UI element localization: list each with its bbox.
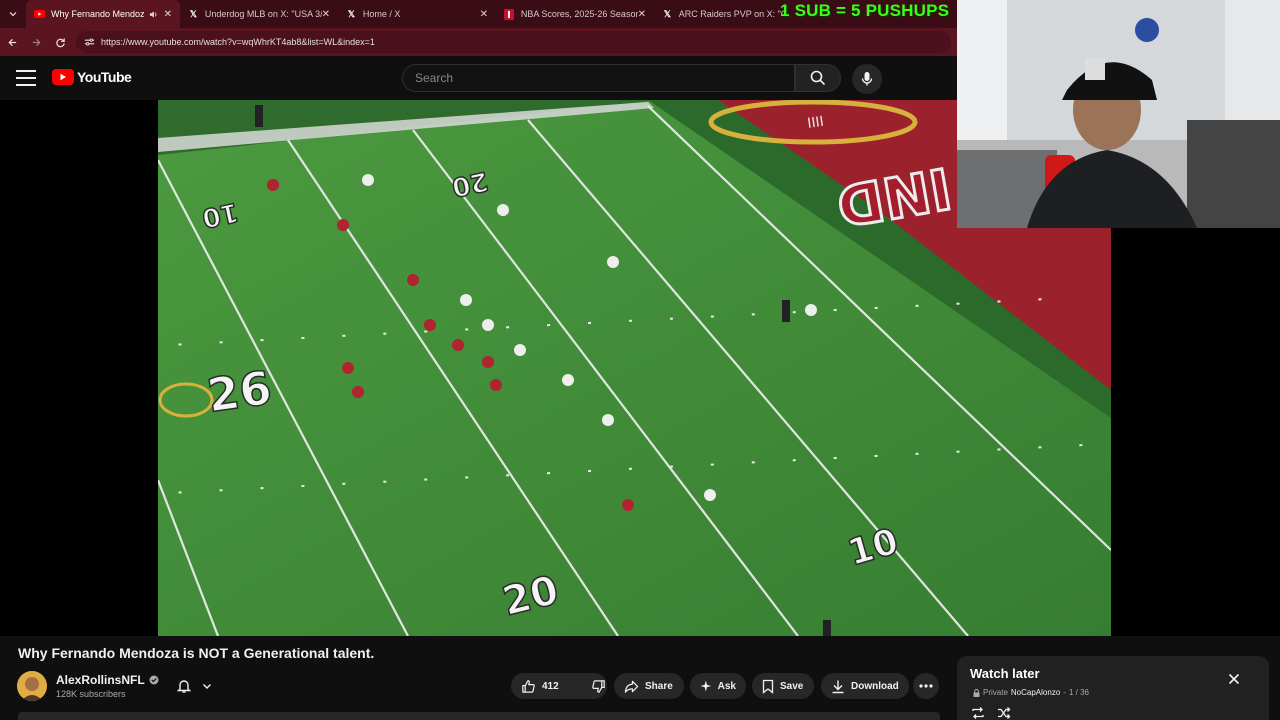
video-title: Why Fernando Mendoza is NOT a Generation… — [18, 645, 375, 661]
share-label: Share — [645, 680, 673, 692]
browser-tab-arc-raiders[interactable]: 𝕏 ARC Raiders PVP on X: "Cinc — [654, 0, 794, 28]
youtube-icon — [34, 9, 45, 20]
tab-search-button[interactable] — [0, 0, 26, 28]
arrow-left-icon — [7, 38, 16, 46]
tab-title: ARC Raiders PVP on X: "Cinc — [678, 9, 786, 19]
share-icon — [624, 680, 639, 693]
close-icon — [1228, 673, 1240, 685]
bookmark-icon — [762, 679, 774, 694]
player-letterbox-left — [0, 100, 158, 636]
loop-icon[interactable] — [971, 706, 985, 720]
separator: - — [1063, 688, 1066, 697]
bell-icon — [176, 680, 191, 693]
search-input[interactable] — [415, 71, 794, 85]
field-number: 26 — [204, 360, 275, 422]
tab-title: Why Fernando Mendoza is — [51, 9, 145, 19]
download-label: Download — [851, 680, 899, 692]
more-actions-button[interactable] — [913, 673, 939, 699]
screen: Why Fernando Mendoza is ✕ 𝕏 Underdog MLB… — [0, 0, 1280, 720]
tab-title: NBA Scores, 2025-26 Season - — [520, 9, 638, 19]
channel-name-row[interactable]: AlexRollinsNFL — [56, 673, 159, 687]
search-icon — [810, 70, 826, 86]
nba-icon — [504, 8, 515, 20]
back-button[interactable] — [0, 28, 24, 56]
description-box-edge[interactable] — [18, 712, 940, 720]
speaker-icon[interactable] — [149, 10, 158, 19]
microphone-icon — [861, 72, 873, 86]
arrow-right-icon — [32, 38, 41, 46]
x-logo-icon: 𝕏 — [663, 8, 671, 19]
search-button[interactable] — [795, 64, 841, 92]
save-button[interactable]: Save — [752, 673, 814, 699]
url-field[interactable]: https://www.youtube.com/watch?v=wqWhrKT4… — [76, 31, 951, 53]
like-count: 412 — [542, 680, 559, 692]
channel-avatar[interactable] — [17, 671, 47, 701]
sparkle-icon — [700, 680, 712, 692]
search-box[interactable] — [402, 64, 795, 92]
thumbs-up-icon — [522, 679, 535, 693]
ask-button[interactable]: Ask — [690, 673, 746, 699]
stream-overlay-text: 1 SUB = 5 PUSHUPS — [780, 1, 950, 20]
ask-label: Ask — [717, 680, 736, 692]
playlist-controls — [971, 706, 1011, 720]
close-playlist-button[interactable] — [1225, 670, 1243, 688]
svg-text:IIII: IIII — [806, 114, 825, 132]
youtube-play-icon — [52, 69, 74, 85]
browser-tab-home-x[interactable]: 𝕏 Home / X ✕ — [338, 0, 496, 28]
playlist-owner[interactable]: NoCapAlonzo — [1011, 688, 1060, 697]
download-icon — [832, 680, 844, 693]
close-tab-icon[interactable]: ✕ — [638, 9, 646, 20]
thumbs-down-icon — [591, 679, 605, 693]
chevron-down-icon — [9, 12, 17, 17]
playlist-meta: Private NoCapAlonzo - 1 / 36 — [973, 688, 1089, 697]
site-info-icon[interactable] — [84, 37, 95, 47]
notifications-button[interactable] — [165, 673, 223, 699]
streamer-webcam — [957, 0, 1280, 228]
playlist-privacy: Private — [983, 688, 1008, 697]
like-dislike-group: 412 — [511, 673, 607, 699]
reload-button[interactable] — [48, 28, 72, 56]
youtube-header: YouTube — [0, 56, 957, 100]
youtube-logo[interactable]: YouTube — [52, 69, 132, 85]
shuffle-icon[interactable] — [997, 706, 1011, 720]
tab-title: Home / X — [362, 9, 401, 19]
browser-address-bar: https://www.youtube.com/watch?v=wqWhrKT4… — [0, 28, 957, 56]
forward-button[interactable] — [24, 28, 48, 56]
browser-tab-underdog[interactable]: 𝕏 Underdog MLB on X: "USA 3/7 ✕ — [180, 0, 338, 28]
voice-search-button[interactable] — [852, 64, 882, 94]
dislike-button[interactable] — [581, 673, 616, 699]
x-logo-icon: 𝕏 — [189, 8, 198, 19]
menu-icon[interactable] — [16, 70, 36, 86]
share-button[interactable]: Share — [614, 673, 684, 699]
watch-later-playlist-panel: Watch later Private NoCapAlonzo - 1 / 36 — [957, 656, 1269, 720]
lock-icon — [973, 688, 980, 697]
close-tab-icon[interactable]: ✕ — [480, 9, 488, 20]
player-letterbox-right — [1111, 228, 1280, 636]
subscriber-count: 128K subscribers — [56, 689, 126, 699]
tab-title: Underdog MLB on X: "USA 3/7 — [204, 9, 322, 19]
more-horizontal-icon — [919, 684, 933, 688]
browser-tab-youtube[interactable]: Why Fernando Mendoza is ✕ — [26, 0, 180, 28]
download-button[interactable]: Download — [821, 673, 909, 699]
x-logo-icon: 𝕏 — [347, 8, 356, 19]
playlist-position: 1 / 36 — [1068, 688, 1089, 697]
browser-tab-strip: Why Fernando Mendoza is ✕ 𝕏 Underdog MLB… — [0, 0, 957, 28]
url-text: https://www.youtube.com/watch?v=wqWhrKT4… — [101, 37, 375, 47]
like-button[interactable]: 412 — [511, 673, 569, 699]
chevron-down-icon — [202, 684, 211, 689]
save-label: Save — [780, 680, 804, 692]
verified-icon — [149, 675, 159, 685]
channel-name[interactable]: AlexRollinsNFL — [56, 673, 145, 687]
youtube-wordmark: YouTube — [77, 69, 132, 85]
close-tab-icon[interactable]: ✕ — [322, 9, 330, 20]
reload-icon — [55, 37, 65, 47]
browser-tab-nba[interactable]: NBA Scores, 2025-26 Season - ✕ — [496, 0, 654, 28]
close-tab-icon[interactable]: ✕ — [164, 9, 172, 20]
playlist-title[interactable]: Watch later — [970, 666, 1040, 681]
